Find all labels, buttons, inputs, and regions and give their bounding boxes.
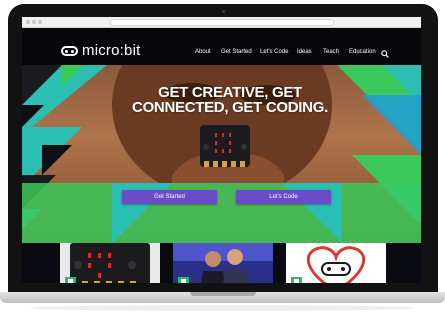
document-icon — [291, 277, 302, 283]
window-dot[interactable] — [26, 20, 30, 24]
get-started-button[interactable]: Get Started — [122, 190, 217, 204]
button-a — [203, 144, 209, 150]
hero-title: GET CREATIVE, GET CONNECTED, GET CODING. — [132, 84, 328, 116]
nav-about[interactable]: About — [195, 49, 211, 55]
green-band — [22, 183, 421, 243]
pattern-triangle — [42, 145, 72, 175]
card-people[interactable] — [173, 243, 273, 283]
pattern-triangle — [362, 95, 421, 155]
lets-code-button[interactable]: Let's Code — [236, 190, 331, 204]
nav-teach[interactable]: Teach — [323, 49, 339, 55]
nav-ideas[interactable]: Ideas — [297, 49, 312, 55]
nav-education[interactable]: Education — [349, 49, 376, 55]
window-dot[interactable] — [32, 20, 36, 24]
card-row — [22, 243, 421, 283]
logo-icon[interactable] — [61, 46, 78, 56]
hero-banner: GET CREATIVE, GET CONNECTED, GET CODING.… — [22, 65, 421, 243]
search-icon[interactable] — [381, 50, 389, 58]
logo-text[interactable]: micro:bit — [82, 42, 140, 59]
address-bar[interactable] — [110, 19, 334, 26]
nav-lets-code[interactable]: Let's Code — [260, 49, 289, 55]
document-icon — [178, 277, 189, 283]
camera — [222, 10, 225, 13]
document-icon — [65, 277, 76, 283]
laptop-notch — [190, 292, 256, 296]
card-microbit[interactable] — [60, 243, 160, 283]
laptop-shadow — [30, 305, 415, 311]
button-b — [241, 144, 247, 150]
window-dot[interactable] — [38, 20, 42, 24]
card-heart[interactable] — [286, 243, 386, 283]
browser-chrome — [22, 17, 421, 28]
nav-get-started[interactable]: Get Started — [221, 49, 252, 55]
